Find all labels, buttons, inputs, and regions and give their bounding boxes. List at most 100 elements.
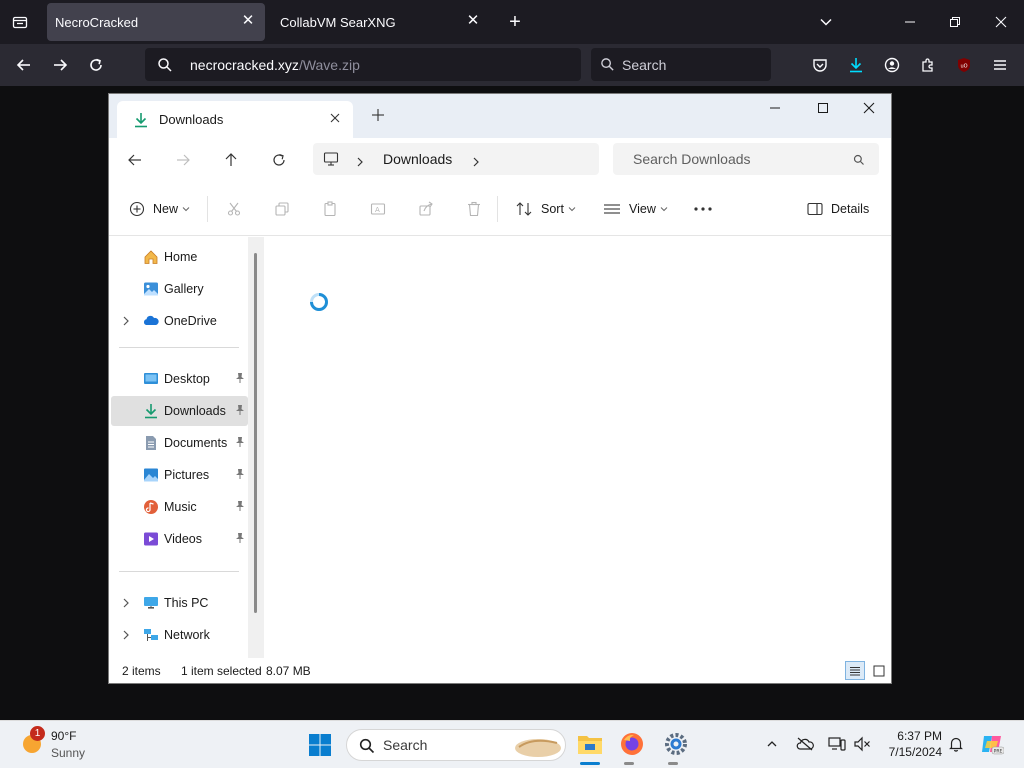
search-icon xyxy=(155,55,175,75)
ublock-origin-icon[interactable]: uO xyxy=(954,55,974,75)
chevron-right-icon[interactable] xyxy=(121,315,133,327)
breadcrumb[interactable]: Downloads xyxy=(313,143,599,175)
notification-badge: 1 xyxy=(30,726,45,741)
reload-icon[interactable] xyxy=(86,55,106,75)
chevron-down-icon xyxy=(182,207,190,212)
tab-label: NecroCracked xyxy=(55,14,139,30)
more-options-icon[interactable] xyxy=(693,200,713,218)
nav-item-this-pc[interactable]: This PC xyxy=(111,588,248,618)
new-tab-icon[interactable] xyxy=(371,108,387,124)
chevron-right-icon[interactable] xyxy=(355,154,365,170)
copilot-icon[interactable]: PRE xyxy=(980,732,1004,756)
notification-bell-icon[interactable] xyxy=(946,735,966,753)
cut-icon[interactable] xyxy=(225,200,243,218)
view-button[interactable]: View xyxy=(603,200,668,218)
nav-item-desktop[interactable]: Desktop xyxy=(111,364,248,394)
close-icon[interactable] xyxy=(329,112,341,127)
nav-label: Home xyxy=(164,250,198,264)
tab-collabvm-searxng[interactable]: CollabVM SearXNG ✕ xyxy=(272,3,490,41)
back-icon[interactable] xyxy=(14,55,34,75)
back-icon[interactable] xyxy=(127,152,143,173)
pin-icon[interactable] xyxy=(234,468,246,480)
file-explorer-taskbar-icon[interactable] xyxy=(576,728,604,760)
account-icon[interactable] xyxy=(882,55,902,75)
restore-icon[interactable] xyxy=(945,12,965,32)
chevron-up-icon[interactable] xyxy=(764,736,780,752)
explorer-command-bar: New A Sort View Details xyxy=(109,182,891,236)
forward-icon[interactable] xyxy=(175,152,191,173)
file-list-area[interactable] xyxy=(265,237,891,658)
explorer-tab-downloads[interactable]: Downloads xyxy=(117,101,353,138)
network-icon xyxy=(143,627,159,643)
pin-icon[interactable] xyxy=(234,372,246,384)
sort-button[interactable]: Sort xyxy=(515,200,576,218)
copy-icon[interactable] xyxy=(273,200,291,218)
nav-label: Gallery xyxy=(164,282,204,296)
rename-icon[interactable]: A xyxy=(369,200,387,218)
onedrive-offline-icon[interactable] xyxy=(795,735,815,753)
nav-item-downloads[interactable]: Downloads xyxy=(111,396,248,426)
up-icon[interactable] xyxy=(223,152,239,173)
music-icon xyxy=(143,499,159,515)
share-icon[interactable] xyxy=(417,200,435,218)
file-explorer-window: Downloads Downloads Search Downloads New… xyxy=(108,93,892,684)
pin-icon[interactable] xyxy=(234,404,246,416)
list-all-tabs-icon[interactable] xyxy=(816,12,836,32)
minimize-icon[interactable] xyxy=(900,12,920,32)
nav-item-onedrive[interactable]: OneDrive xyxy=(111,306,248,336)
forward-icon[interactable] xyxy=(50,55,70,75)
close-window-icon[interactable] xyxy=(991,12,1011,32)
extensions-icon[interactable] xyxy=(918,55,938,75)
pocket-icon[interactable] xyxy=(810,55,830,75)
new-button[interactable]: New xyxy=(129,200,190,218)
chevron-right-icon[interactable] xyxy=(121,597,133,609)
firefox-taskbar-icon[interactable] xyxy=(618,730,646,758)
chevron-right-icon[interactable] xyxy=(471,154,481,170)
search-downloads-input[interactable]: Search Downloads xyxy=(613,143,879,175)
settings-taskbar-icon[interactable] xyxy=(662,730,690,758)
pin-icon[interactable] xyxy=(234,436,246,448)
clock-date[interactable]: 7/15/2024 xyxy=(878,745,942,759)
chevron-right-icon[interactable] xyxy=(121,629,133,641)
clock-time[interactable]: 6:37 PM xyxy=(884,729,942,743)
pin-icon[interactable] xyxy=(234,500,246,512)
delete-icon[interactable] xyxy=(465,200,483,218)
paste-icon[interactable] xyxy=(321,200,339,218)
taskbar-search-box[interactable]: Search xyxy=(346,729,566,761)
nav-label: Desktop xyxy=(164,372,210,386)
menu-icon[interactable] xyxy=(990,55,1010,75)
explorer-title-bar: Downloads xyxy=(109,94,891,138)
svg-text:A: A xyxy=(375,206,380,214)
close-window-icon[interactable] xyxy=(863,101,879,117)
downloads-icon[interactable] xyxy=(846,55,866,75)
nav-label: Network xyxy=(164,628,210,642)
nav-item-music[interactable]: Music xyxy=(111,492,248,522)
nav-item-home[interactable]: Home xyxy=(111,242,248,272)
start-icon[interactable] xyxy=(308,733,332,757)
nav-scrollbar-thumb[interactable] xyxy=(254,253,257,613)
details-button[interactable]: Details xyxy=(807,200,869,218)
breadcrumb-downloads[interactable]: Downloads xyxy=(383,151,452,167)
tab-necrocracked[interactable]: NecroCracked ✕ xyxy=(47,3,265,41)
tab-list-icon[interactable] xyxy=(10,12,30,32)
new-tab-icon[interactable]: + xyxy=(505,11,525,33)
nav-item-gallery[interactable]: Gallery xyxy=(111,274,248,304)
tab-label: CollabVM SearXNG xyxy=(280,14,396,30)
nav-item-pictures[interactable]: Pictures xyxy=(111,460,248,490)
tiles-view-icon[interactable] xyxy=(869,661,889,680)
maximize-icon[interactable] xyxy=(817,101,833,117)
refresh-icon[interactable] xyxy=(271,152,287,173)
devices-icon[interactable] xyxy=(827,735,847,753)
details-view-icon[interactable] xyxy=(845,661,865,680)
nav-item-documents[interactable]: Documents xyxy=(111,428,248,458)
nav-item-network[interactable]: Network xyxy=(111,620,248,650)
browser-tab-bar: NecroCracked ✕ CollabVM SearXNG ✕ + xyxy=(0,0,1024,44)
pin-icon[interactable] xyxy=(234,532,246,544)
browser-search-bar[interactable]: Search xyxy=(591,48,771,81)
url-bar[interactable]: necrocracked.xyz/Wave.zip xyxy=(145,48,581,81)
volume-muted-icon[interactable] xyxy=(852,735,872,753)
nav-item-videos[interactable]: Videos xyxy=(111,524,248,554)
close-icon[interactable]: ✕ xyxy=(239,12,257,30)
minimize-icon[interactable] xyxy=(769,101,785,117)
close-icon[interactable]: ✕ xyxy=(464,12,482,30)
